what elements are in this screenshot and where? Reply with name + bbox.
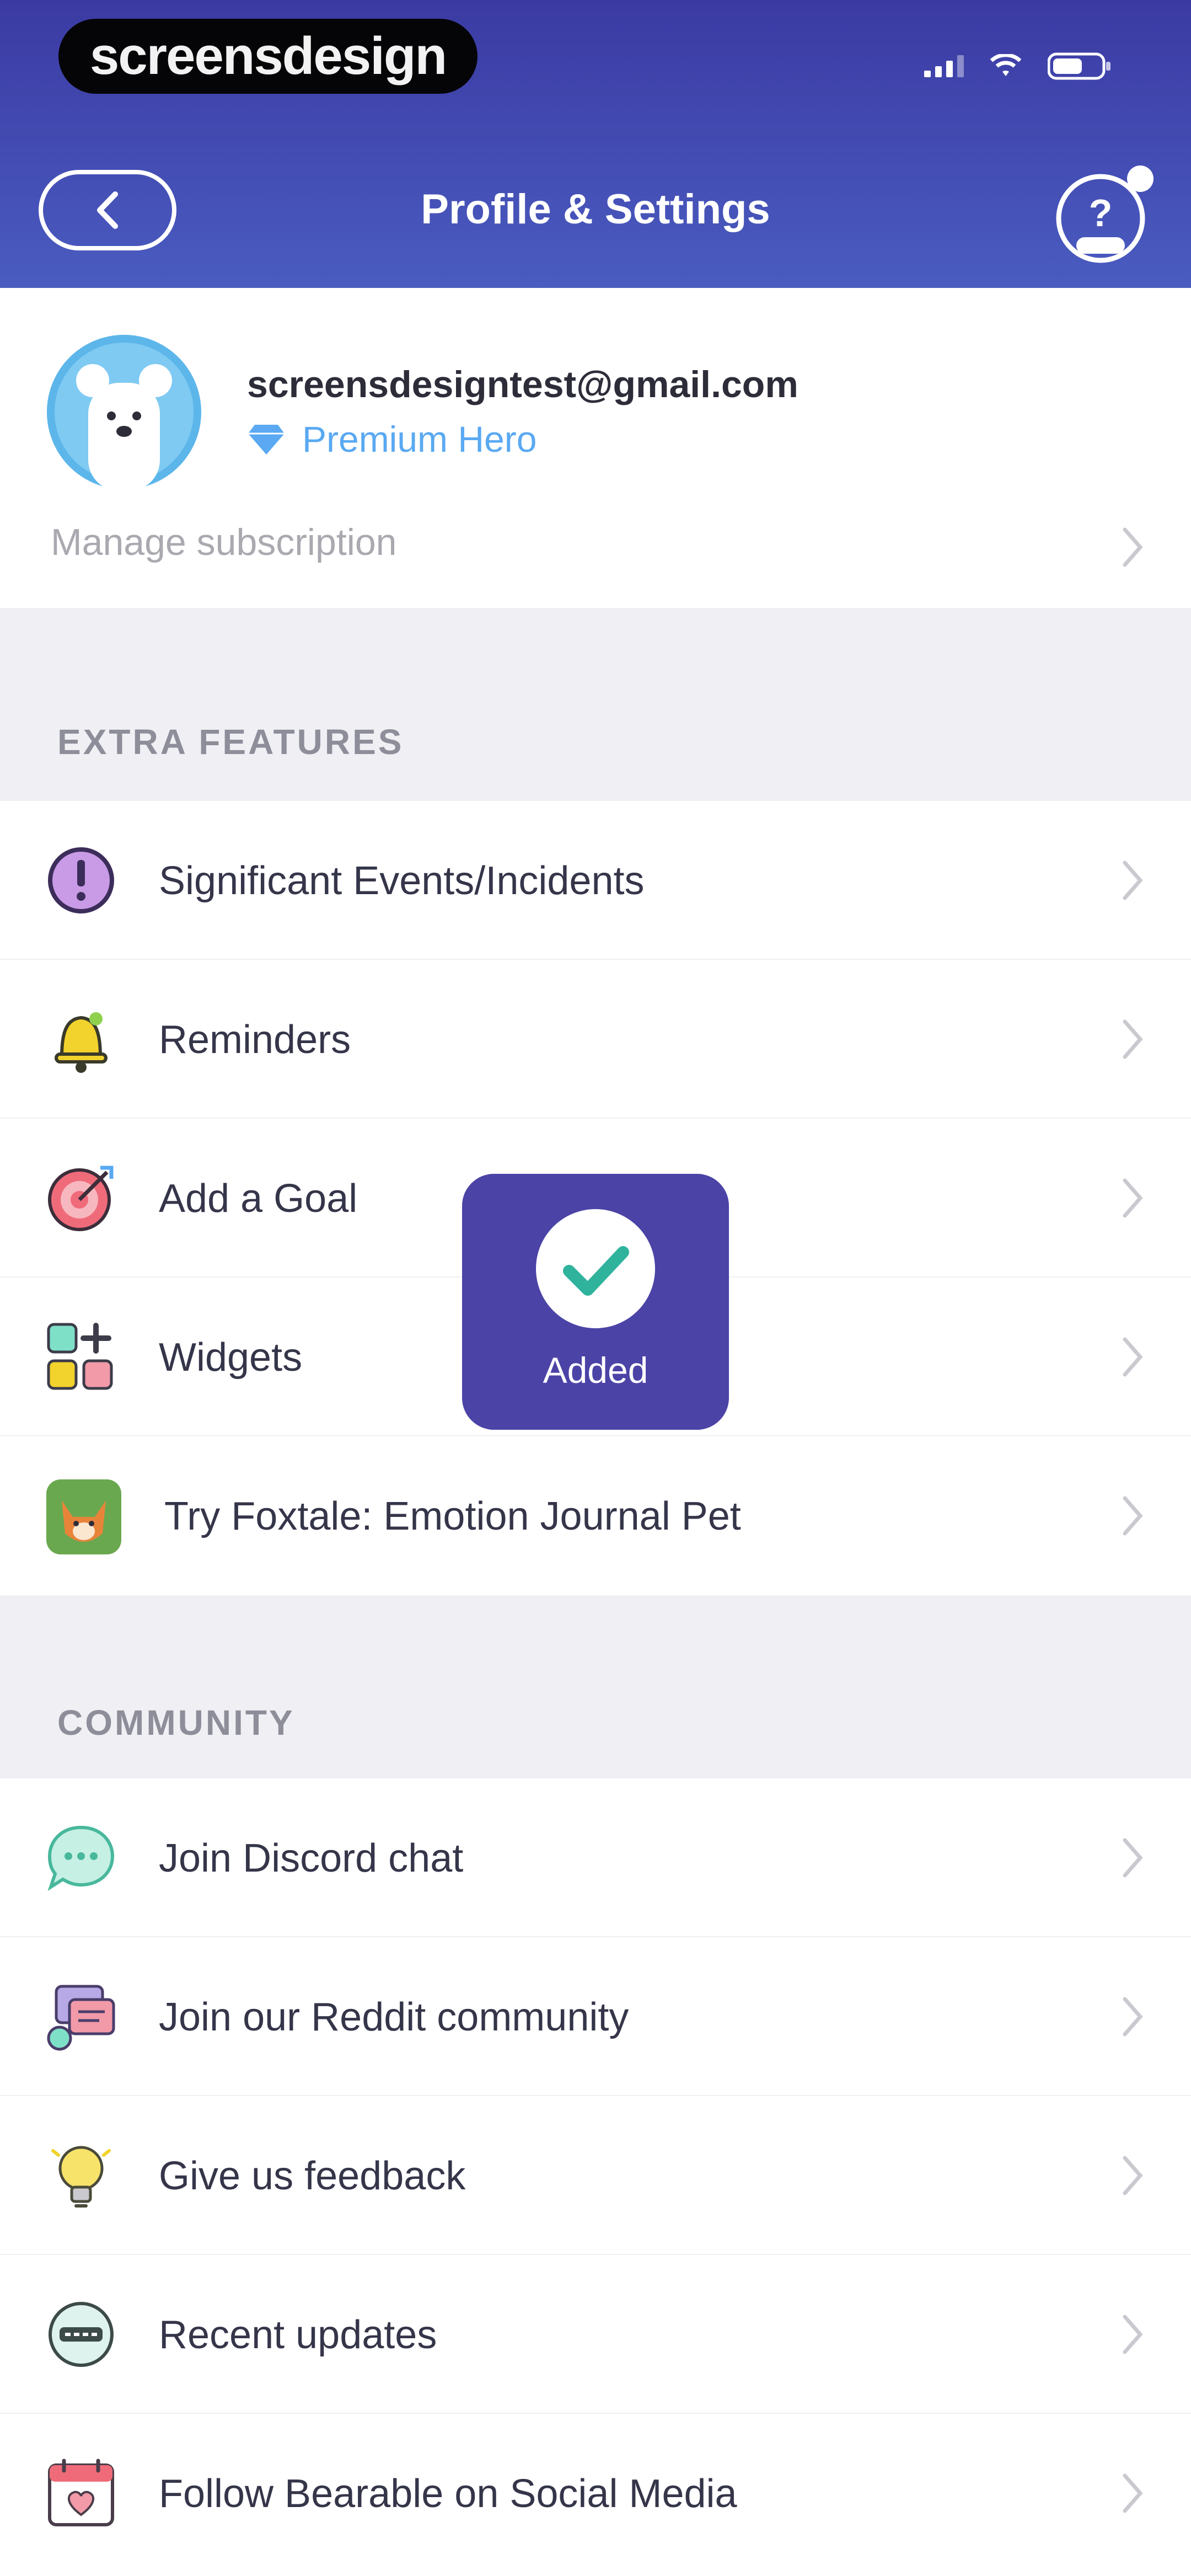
chevron-right-icon	[1123, 1178, 1143, 1218]
list-item-recent-updates[interactable]: Recent updates	[0, 2255, 1191, 2414]
watermark-pill: screensdesign	[58, 19, 478, 94]
list-item-label: Significant Events/Incidents	[159, 859, 645, 903]
list-item-label: Recent updates	[159, 2313, 437, 2357]
widgets-icon	[47, 1323, 113, 1390]
help-notification-dot	[1127, 165, 1154, 192]
svg-text:?: ?	[1089, 191, 1113, 234]
top-bar: screensdesign Profile & Settings ?	[0, 0, 1191, 288]
chevron-right-icon	[1123, 1838, 1143, 1878]
target-icon	[48, 1166, 114, 1231]
list-item-label: Add a Goal	[159, 1177, 358, 1221]
toast-label: Added	[543, 1350, 648, 1391]
bear-avatar-icon	[47, 335, 201, 491]
toast-check-circle	[536, 1209, 655, 1328]
list-item-label: Follow Bearable on Social Media	[159, 2472, 737, 2516]
list-item-label: Try Foxtale: Emotion Journal Pet	[164, 1494, 741, 1538]
list-item-label: Widgets	[159, 1335, 303, 1380]
list-item-label: Join our Reddit community	[159, 1995, 629, 2039]
profile-card[interactable]: screensdesigntest@gmail.com Premium Hero…	[0, 288, 1191, 608]
manage-subscription-link[interactable]: Manage subscription	[51, 521, 396, 564]
premium-badge: Premium Hero	[247, 418, 537, 460]
profile-email: screensdesigntest@gmail.com	[247, 364, 798, 405]
chevron-right-icon	[1123, 527, 1143, 567]
battery-icon	[1048, 52, 1110, 80]
chevron-right-icon	[1123, 1337, 1143, 1377]
diamond-icon	[248, 425, 285, 455]
watermark-text: screensdesign	[89, 26, 447, 85]
fox-icon	[46, 1479, 121, 1554]
list-item-label: Join Discord chat	[159, 1836, 464, 1880]
list-item-reddit[interactable]: Join our Reddit community	[0, 1937, 1191, 2096]
chevron-right-icon	[1123, 1019, 1143, 1059]
alert-icon	[48, 847, 114, 913]
wifi-icon	[990, 54, 1022, 76]
list-item-social-media[interactable]: Follow Bearable on Social Media	[0, 2414, 1191, 2576]
checkmark-icon	[563, 1246, 629, 1296]
list-item-feedback[interactable]: Give us feedback	[0, 2096, 1191, 2255]
status-icons	[924, 51, 1114, 82]
chevron-right-icon	[1123, 2473, 1143, 2513]
chevron-right-icon	[1123, 1997, 1143, 2037]
calendar-heart-icon	[48, 2459, 114, 2526]
lightbulb-icon	[51, 2146, 111, 2208]
avatar[interactable]	[45, 333, 203, 491]
chevron-right-icon	[1123, 861, 1143, 900]
premium-tier-label: Premium Hero	[302, 419, 537, 459]
signal-icon	[924, 55, 964, 77]
news-icon	[49, 2302, 114, 2367]
section-title-community: COMMUNITY	[57, 1703, 295, 1743]
chat-icon	[47, 1825, 115, 1891]
list-item-label: Give us feedback	[159, 2154, 466, 2198]
list-item-foxtale[interactable]: Try Foxtale: Emotion Journal Pet	[0, 1436, 1191, 1595]
reddit-icon	[47, 1985, 115, 2051]
chevron-right-icon	[1123, 1496, 1143, 1536]
section-title-extra-features: EXTRA FEATURES	[57, 722, 404, 762]
page-title: Profile & Settings	[421, 186, 770, 233]
chevron-right-icon	[1123, 2156, 1143, 2195]
list-item-discord[interactable]: Join Discord chat	[0, 1778, 1191, 1937]
bell-icon	[55, 1012, 108, 1073]
help-button[interactable]: ?	[1054, 165, 1154, 265]
chevron-right-icon	[1123, 2315, 1143, 2354]
list-item-significant-events[interactable]: Significant Events/Incidents	[0, 801, 1191, 960]
list-item-reminders[interactable]: Reminders	[0, 960, 1191, 1119]
added-toast: Added	[462, 1174, 729, 1430]
list-item-label: Reminders	[159, 1018, 351, 1062]
